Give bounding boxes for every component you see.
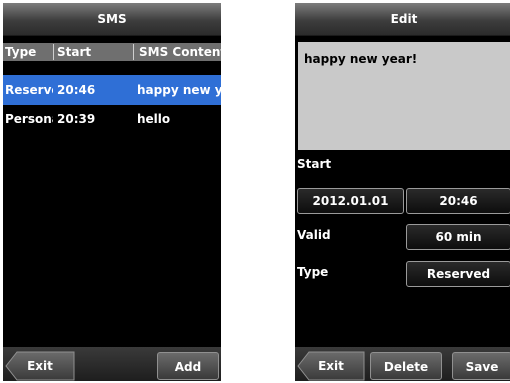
sms-content-input[interactable]: happy new year! bbox=[298, 42, 510, 150]
screen-title: SMS bbox=[3, 3, 221, 36]
column-header-content[interactable]: SMS Content bbox=[139, 43, 221, 61]
row-start: 20:46 bbox=[57, 83, 96, 97]
add-button[interactable]: Add bbox=[157, 352, 219, 380]
row-content: happy new year! bbox=[137, 83, 221, 97]
column-divider bbox=[53, 44, 54, 60]
row-start: 20:39 bbox=[57, 112, 96, 126]
valid-label: Valid bbox=[297, 228, 331, 242]
valid-duration-field[interactable]: 60 min bbox=[406, 224, 510, 250]
type-field[interactable]: Reserved bbox=[406, 261, 510, 287]
save-button[interactable]: Save bbox=[452, 352, 510, 380]
row-type: Reserved bbox=[5, 83, 53, 97]
bottom-toolbar: Exit Add bbox=[3, 347, 221, 381]
exit-button[interactable]: Exit bbox=[5, 351, 75, 381]
exit-label: Exit bbox=[318, 359, 344, 373]
column-divider bbox=[133, 44, 134, 60]
row-type: Personal bbox=[5, 112, 53, 126]
row-content: hello bbox=[137, 112, 171, 126]
exit-button[interactable]: Exit bbox=[297, 351, 365, 381]
sms-list-screen: SMS Type Start SMS Content Reserved 20:4… bbox=[3, 3, 221, 381]
list-header: Type Start SMS Content bbox=[3, 43, 221, 61]
column-header-type[interactable]: Type bbox=[3, 43, 55, 61]
delete-button[interactable]: Delete bbox=[370, 352, 442, 380]
start-label: Start bbox=[297, 157, 332, 171]
start-date-field[interactable]: 2012.01.01 bbox=[297, 188, 404, 214]
edit-screen: Edit happy new year! Start 2012.01.01 20… bbox=[295, 3, 510, 381]
type-label: Type bbox=[297, 265, 329, 279]
list-item[interactable]: Personal 20:39 hello bbox=[3, 104, 221, 134]
start-time-field[interactable]: 20:46 bbox=[406, 188, 510, 214]
bottom-toolbar: Exit Delete Save bbox=[295, 347, 510, 381]
screen-title: Edit bbox=[295, 3, 510, 36]
list-item[interactable]: Reserved 20:46 happy new year! bbox=[3, 75, 221, 105]
exit-label: Exit bbox=[27, 359, 53, 373]
column-header-start[interactable]: Start bbox=[57, 43, 133, 61]
